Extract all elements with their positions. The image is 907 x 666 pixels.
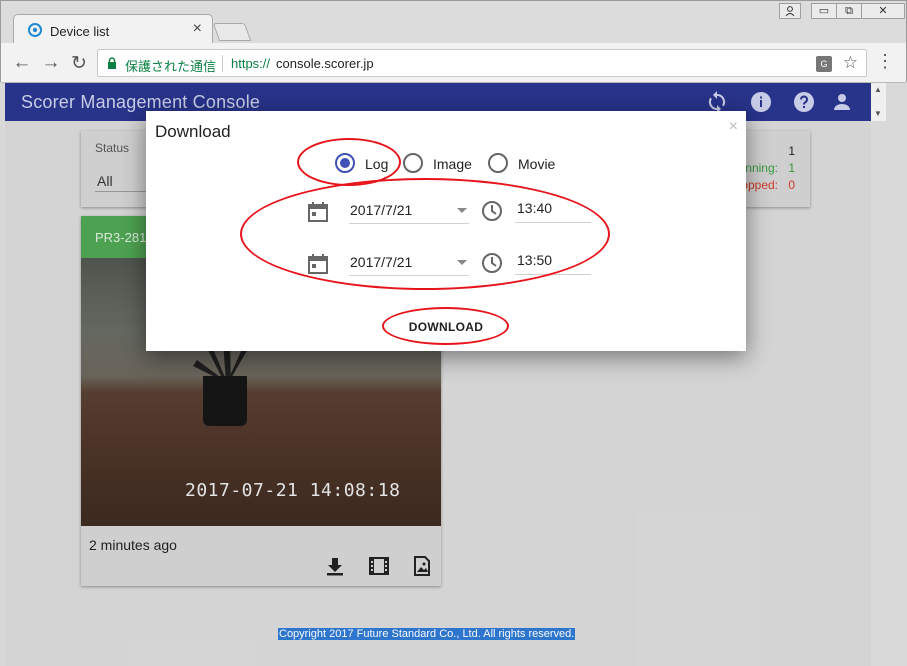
address-divider bbox=[222, 55, 223, 72]
end-date-value: 2017/7/21 bbox=[350, 254, 413, 270]
type-label-image[interactable]: Image bbox=[433, 156, 472, 172]
type-label-log[interactable]: Log bbox=[365, 156, 388, 172]
dialog-close-icon[interactable]: × bbox=[729, 118, 738, 136]
browser-chrome: Device list × ▭ ⧉ ✕ ← → ↻ 保護された通信 https:… bbox=[0, 0, 907, 83]
account-icon[interactable] bbox=[830, 90, 854, 114]
start-time-picker[interactable]: 13:40 bbox=[515, 197, 591, 223]
translate-icon[interactable]: G bbox=[816, 56, 832, 72]
end-calendar-icon bbox=[308, 254, 328, 274]
start-clock-icon bbox=[482, 201, 502, 221]
window-close-button[interactable]: ✕ bbox=[861, 3, 905, 19]
bookmark-star-icon[interactable]: ☆ bbox=[843, 53, 858, 73]
secure-connection-label: 保護された通信 bbox=[125, 59, 217, 74]
download-button[interactable]: DOWNLOAD bbox=[401, 316, 491, 338]
new-tab-button[interactable] bbox=[212, 23, 252, 41]
end-date-dropdown-icon[interactable] bbox=[457, 260, 467, 265]
download-dialog: Download × Log Image Movie 2017/7/21 13:… bbox=[146, 111, 746, 351]
back-button[interactable]: ← bbox=[11, 52, 33, 74]
tab-strip: Device list × ▭ ⧉ ✕ bbox=[1, 1, 906, 44]
tab-title: Device list bbox=[50, 24, 110, 39]
minimize-button[interactable]: ▭ bbox=[811, 3, 837, 19]
browser-menu-icon[interactable]: ⋮ bbox=[876, 51, 894, 72]
app-title: Scorer Management Console bbox=[21, 92, 261, 112]
end-time-picker[interactable]: 13:50 bbox=[515, 249, 591, 275]
start-date-dropdown-icon[interactable] bbox=[457, 208, 467, 213]
help-icon[interactable] bbox=[792, 90, 816, 114]
end-clock-icon bbox=[482, 253, 502, 273]
start-date-value: 2017/7/21 bbox=[350, 202, 413, 218]
browser-tab[interactable]: Device list × bbox=[13, 14, 213, 44]
end-time-value: 13:50 bbox=[517, 252, 553, 268]
start-calendar-icon bbox=[308, 202, 328, 222]
maximize-button[interactable]: ⧉ bbox=[836, 3, 862, 19]
scroll-up-icon[interactable]: ▲ bbox=[874, 85, 882, 94]
url-host: console.scorer.jp bbox=[276, 56, 374, 71]
address-bar[interactable]: 保護された通信 https:// console.scorer.jp G ☆ bbox=[97, 49, 867, 77]
user-profile-icon[interactable] bbox=[779, 3, 801, 19]
dialog-title: Download bbox=[155, 122, 231, 141]
forward-button[interactable]: → bbox=[40, 52, 62, 74]
start-time-value: 13:40 bbox=[517, 200, 553, 216]
info-icon[interactable] bbox=[749, 90, 773, 114]
type-radio-movie[interactable] bbox=[488, 153, 508, 173]
address-bar-row: ← → ↻ 保護された通信 https:// console.scorer.jp… bbox=[1, 43, 906, 83]
page-scrollbar[interactable]: ▲ ▼ bbox=[871, 83, 886, 121]
scroll-down-icon[interactable]: ▼ bbox=[874, 109, 882, 118]
type-radio-image[interactable] bbox=[403, 153, 423, 173]
end-date-picker[interactable]: 2017/7/21 bbox=[349, 250, 469, 276]
tab-close-icon[interactable]: × bbox=[193, 20, 202, 38]
type-radio-log[interactable] bbox=[335, 153, 355, 173]
reload-button[interactable]: ↻ bbox=[68, 52, 90, 75]
start-date-picker[interactable]: 2017/7/21 bbox=[349, 198, 469, 224]
lock-icon bbox=[108, 57, 116, 69]
type-label-movie[interactable]: Movie bbox=[518, 156, 555, 172]
url-scheme: https:// bbox=[231, 56, 271, 71]
scorer-favicon-icon bbox=[28, 23, 42, 37]
